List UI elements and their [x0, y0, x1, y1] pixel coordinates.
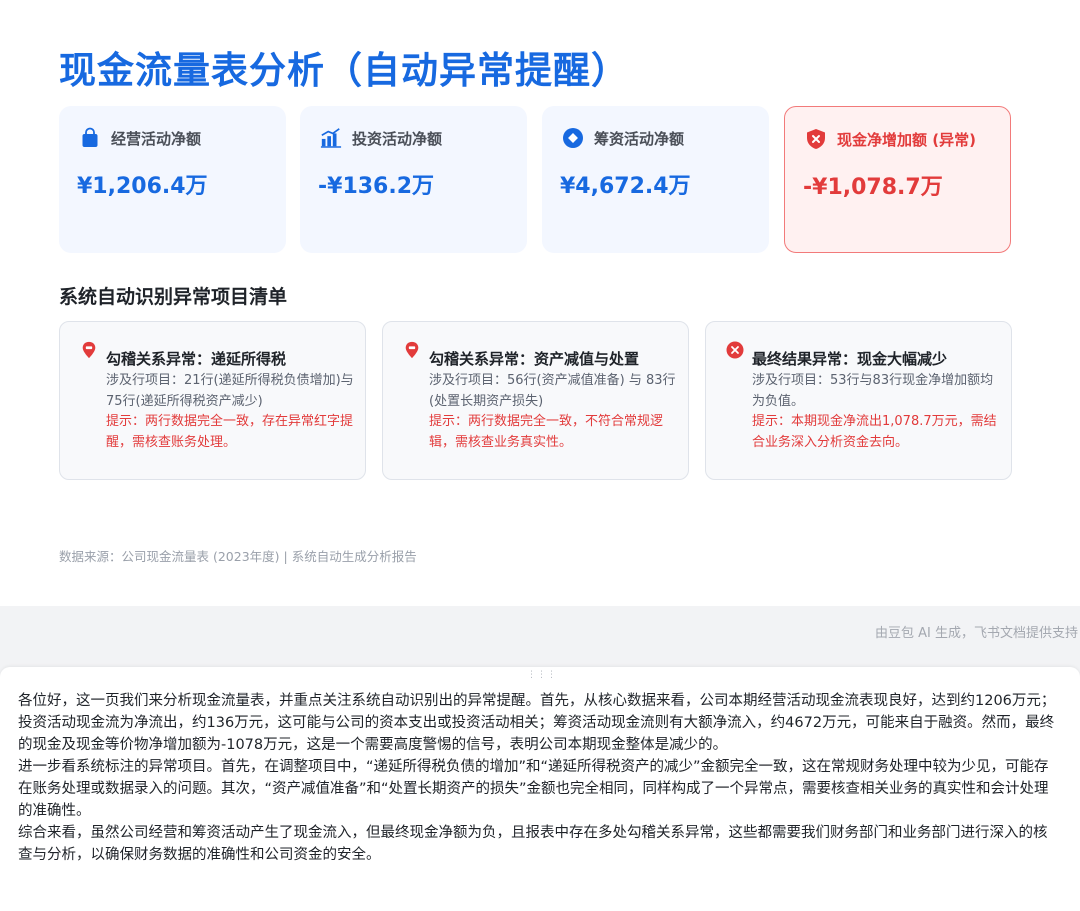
anomaly-card: 最终结果异常：现金大幅减少 涉及行项目：53行与83行现金净增加额均为负值。 提…: [705, 321, 1012, 480]
notes-paragraph: 综合来看，虽然公司经营和筹资活动产生了现金流入，但最终现金净额为负，且报表中存在…: [18, 825, 1048, 863]
kpi-value: -¥136.2万: [318, 174, 435, 199]
anomaly-detail: 涉及行项目：21行(递延所得税负债增加)与 75行(递延所得税资产减少): [106, 373, 354, 409]
notes-paragraph: 各位好，这一页我们来分析现金流量表，并重点关注系统自动识别出的异常提醒。首先，从…: [18, 693, 1056, 753]
speaker-notes-panel[interactable]: ⋮⋮⋮ 各位好，这一页我们来分析现金流量表，并重点关注系统自动识别出的异常提醒。…: [0, 667, 1080, 911]
close-circle-icon: [726, 341, 744, 359]
section-title: 系统自动识别异常项目清单: [59, 286, 288, 308]
notes-paragraph: 进一步看系统标注的异常项目。首先，在调整项目中，“递延所得税负债的增加”和“递延…: [18, 759, 1049, 819]
kpi-value: -¥1,078.7万: [803, 175, 943, 200]
kpi-label: 现金净增加额 (异常): [837, 130, 976, 149]
shield-alert-icon: [807, 129, 825, 149]
anomaly-card: 勾稽关系异常：资产减值与处置 涉及行项目：56行(资产减值准备) 与 83行(处…: [382, 321, 689, 480]
kpi-card-net-increase: 现金净增加额 (异常) -¥1,078.7万: [784, 106, 1011, 253]
pin-alert-icon: [82, 341, 96, 359]
speaker-notes-text[interactable]: 各位好，这一页我们来分析现金流量表，并重点关注系统自动识别出的异常提醒。首先，从…: [18, 690, 1058, 866]
anomaly-hint: 提示：两行数据完全一致，不符合常规逻辑，需核查业务真实性。: [429, 414, 664, 450]
anomaly-detail: 涉及行项目：53行与83行现金净增加额均为负值。: [752, 373, 994, 409]
kpi-card-operating: 经营活动净额 ¥1,206.4万: [59, 106, 286, 253]
diamond-icon: [563, 128, 583, 148]
kpi-label: 经营活动净额: [111, 129, 202, 148]
anomaly-card: 勾稽关系异常：递延所得税 涉及行项目：21行(递延所得税负债增加)与 75行(递…: [59, 321, 366, 480]
data-source-note: 数据来源：公司现金流量表 (2023年度) | 系统自动生成分析报告: [59, 549, 417, 564]
kpi-value: ¥1,206.4万: [77, 174, 208, 199]
anomaly-hint: 提示：本期现金净流出1,078.7万元，需结合业务深入分析资金去向。: [752, 414, 997, 450]
shopping-bag-icon: [82, 127, 98, 147]
kpi-card-investing: 投资活动净额 -¥136.2万: [300, 106, 527, 253]
anomaly-hint: 提示：两行数据完全一致，存在异常红字提醒，需核查账务处理。: [106, 414, 354, 450]
drag-handle-icon[interactable]: ⋮⋮⋮: [527, 671, 556, 683]
attribution-text: 由豆包 AI 生成，飞书文档提供支持: [875, 626, 1078, 641]
bar-chart-icon: [320, 128, 342, 148]
kpi-label: 筹资活动净额: [594, 129, 685, 148]
page-title: 现金流量表分析（自动异常提醒）: [59, 49, 629, 92]
kpi-value: ¥4,672.4万: [560, 174, 691, 199]
anomaly-title: 最终结果异常：现金大幅减少: [752, 350, 948, 368]
anomaly-title: 勾稽关系异常：资产减值与处置: [429, 350, 640, 368]
kpi-card-financing: 筹资活动净额 ¥4,672.4万: [542, 106, 769, 253]
anomaly-detail: 涉及行项目：56行(资产减值准备) 与 83行(处置长期资产损失): [429, 373, 676, 409]
anomaly-title: 勾稽关系异常：递延所得税: [106, 350, 287, 368]
pin-alert-icon: [405, 341, 419, 359]
slide: 现金流量表分析（自动异常提醒） 经营活动净额 ¥1,206.4万 投资活动净额 …: [0, 0, 1080, 606]
kpi-label: 投资活动净额: [352, 129, 443, 148]
